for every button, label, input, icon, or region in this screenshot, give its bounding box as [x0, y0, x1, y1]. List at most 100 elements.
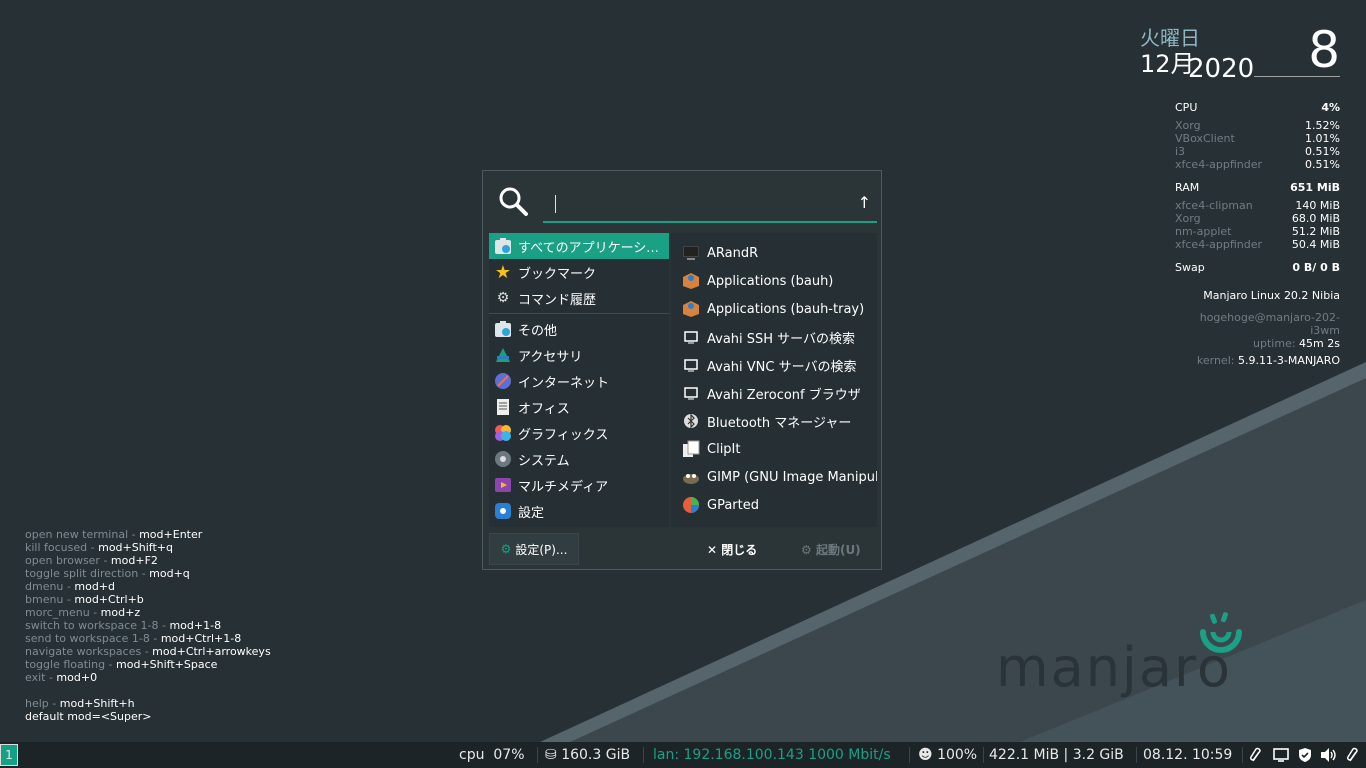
- keybinding-help: open new terminal - mod+Enter kill focus…: [25, 528, 271, 723]
- arrow-up-icon[interactable]: ↑: [858, 193, 871, 212]
- cpu-proc-row: i3 0.51%: [1175, 145, 1340, 158]
- ram-row: RAM 651 MiB: [1175, 181, 1340, 194]
- help-line: open new terminal - mod+Enter: [25, 528, 203, 541]
- manjaro-logo-icon: [1200, 612, 1242, 653]
- category-bookmarks[interactable]: ★ ブックマーク: [489, 259, 669, 285]
- accessories-icon: [493, 345, 513, 365]
- search-input[interactable]: ↑: [543, 189, 877, 223]
- avahi-icon: [681, 327, 701, 347]
- clipit-tray-icon[interactable]: [1346, 747, 1360, 763]
- history-icon: ⚙: [496, 290, 510, 306]
- bar-divider: [537, 747, 538, 763]
- cpu-row: CPU 4%: [1175, 101, 1340, 114]
- bauh-icon: [681, 271, 701, 291]
- cpu-proc-row: VBoxClient 1.01%: [1175, 132, 1340, 145]
- help-line: toggle split direction - mod+q: [25, 567, 190, 580]
- app-item-avahi-ssh[interactable]: Avahi SSH サーバの検索: [671, 323, 877, 351]
- category-command-history[interactable]: ⚙ コマンド履歴: [489, 285, 669, 311]
- uptime: uptime: 45m 2s: [1253, 337, 1340, 350]
- shield-tray-icon[interactable]: [1297, 747, 1313, 763]
- conky-year: 2020: [1188, 54, 1255, 84]
- app-item-avahi-zeroconf[interactable]: Avahi Zeroconf ブラウザ: [671, 379, 877, 407]
- category-system[interactable]: システム: [489, 446, 669, 472]
- other-icon: [493, 319, 513, 339]
- category-all-apps[interactable]: すべてのアプリケーシ...: [489, 233, 669, 259]
- app-item-clipit[interactable]: ClipIt: [671, 435, 877, 463]
- disk-indicator: ⛁ 160.3 GiB: [545, 747, 631, 763]
- gparted-icon: [681, 495, 701, 515]
- internet-icon: [493, 371, 513, 391]
- all-apps-icon: [493, 236, 513, 256]
- help-line: switch to workspace 1-8 - mod+1-8: [25, 619, 222, 632]
- kernel: kernel: 5.9.11-3-MANJARO: [1196, 354, 1340, 367]
- lan-indicator: lan: 192.168.100.143 1000 Mbit/s: [653, 747, 891, 763]
- app-item-avahi-vnc[interactable]: Avahi VNC サーバの検索: [671, 351, 877, 379]
- category-other[interactable]: その他: [489, 316, 669, 342]
- conky-date: 火曜日 12月 2020 8: [1140, 22, 1340, 84]
- bar-divider: [1242, 747, 1243, 763]
- category-settings[interactable]: 設定: [489, 498, 669, 524]
- application-list: ARandR Applications (bauh) Applications …: [671, 233, 877, 527]
- swap-row: Swap 0 B/ 0 B: [1175, 261, 1340, 274]
- avahi-icon: [681, 383, 701, 403]
- bar-divider: [983, 747, 984, 763]
- bar-divider: [643, 747, 644, 763]
- bauh-icon: [681, 299, 701, 319]
- workspace-button[interactable]: 1: [0, 744, 18, 766]
- status-bar: 1 cpu 07% ⛁ 160.3 GiB lan: 192.168.100.1…: [0, 742, 1366, 768]
- os-name: Manjaro Linux 20.2 Nibia: [1203, 289, 1340, 302]
- help-line: toggle floating - mod+Shift+Space: [25, 658, 218, 671]
- help-line: send to workspace 1-8 - mod+Ctrl+1-8: [25, 632, 242, 645]
- cpu-indicator: cpu 07%: [459, 747, 525, 763]
- app-item-gparted[interactable]: GParted: [671, 491, 877, 519]
- ram-proc-row: xfce4-clipman 140 MiB: [1175, 199, 1340, 212]
- category-divider: [489, 313, 669, 314]
- system-icon: [493, 449, 513, 469]
- help-line: bmenu - mod+Ctrl+b: [25, 593, 144, 606]
- battery-indicator: ☻ 100%: [918, 747, 978, 763]
- category-multimedia[interactable]: マルチメディア: [489, 472, 669, 498]
- close-icon: ✕: [707, 543, 718, 557]
- bluetooth-icon: [681, 411, 701, 431]
- help-line: navigate workspaces - mod+Ctrl+arrowkeys: [25, 645, 271, 658]
- monitor-icon: [681, 243, 701, 263]
- category-office[interactable]: オフィス: [489, 394, 669, 420]
- preferences-button[interactable]: ⚙ 設定(P)...: [489, 533, 579, 565]
- help-line: open browser - mod+F2: [25, 554, 158, 567]
- category-internet[interactable]: インターネット: [489, 368, 669, 394]
- category-graphics[interactable]: グラフィックス: [489, 420, 669, 446]
- help-line: kill focused - mod+Shift+q: [25, 541, 173, 554]
- bar-divider: [909, 747, 910, 763]
- app-item-bauh[interactable]: Applications (bauh): [671, 267, 877, 295]
- clipman-tray-icon[interactable]: [1249, 747, 1263, 763]
- conky-date-underline: [1254, 76, 1340, 77]
- avahi-icon: [681, 355, 701, 375]
- app-item-gimp[interactable]: GIMP (GNU Image Manipulation Program): [671, 463, 877, 491]
- text-caret: [555, 195, 556, 213]
- help-line: [25, 684, 271, 697]
- app-item-bluetooth[interactable]: Bluetooth マネージャー: [671, 407, 877, 435]
- close-button[interactable]: ✕ 閉じる: [707, 541, 757, 558]
- volume-tray-icon[interactable]: [1320, 747, 1338, 763]
- app-item-bauh-tray[interactable]: Applications (bauh-tray): [671, 295, 877, 323]
- help-line: exit - mod+0: [25, 671, 98, 684]
- office-icon: [493, 397, 513, 417]
- graphics-icon: [493, 423, 513, 443]
- conky-month: 12月: [1140, 50, 1195, 78]
- launch-button[interactable]: ⚙ 起動(U): [801, 541, 861, 558]
- app-item-arandr[interactable]: ARandR: [671, 239, 877, 267]
- preferences-icon: ⚙: [500, 542, 512, 556]
- settings-icon: [493, 501, 513, 521]
- host-name: hogehoge@manjaro-202-i3wm: [1199, 311, 1340, 337]
- ram-proc-row: xfce4-appfinder 50.4 MiB: [1175, 238, 1340, 251]
- app-finder-window: ↑ すべてのアプリケーシ... ★ ブックマーク ⚙ コマンド履歴 その他 アク…: [482, 170, 882, 570]
- category-accessories[interactable]: アクセサリ: [489, 342, 669, 368]
- ram-proc-row: Xorg 68.0 MiB: [1175, 212, 1340, 225]
- disk-icon: ⛁: [545, 747, 557, 763]
- category-list: すべてのアプリケーシ... ★ ブックマーク ⚙ コマンド履歴 その他 アクセサ…: [489, 233, 669, 527]
- help-line: help - mod+Shift+h: [25, 697, 135, 710]
- gimp-icon: [681, 467, 701, 487]
- launch-icon: ⚙: [801, 543, 812, 557]
- display-tray-icon[interactable]: [1273, 747, 1289, 763]
- help-line: default mod=<Super>: [25, 710, 152, 723]
